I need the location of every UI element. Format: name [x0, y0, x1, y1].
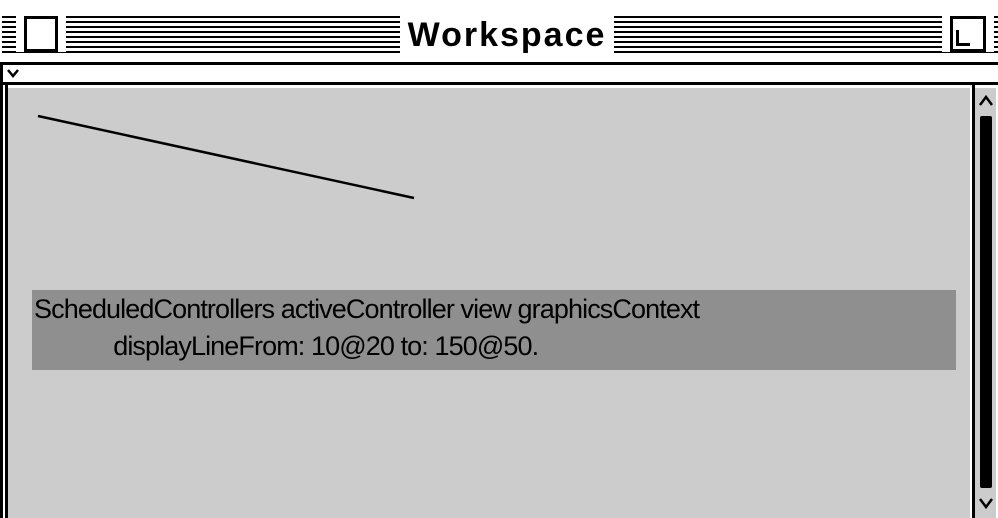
close-box-icon[interactable] — [16, 16, 66, 52]
zoom-box-inner — [956, 30, 970, 46]
window-title: Workspace — [400, 12, 614, 58]
drawn-line — [37, 114, 415, 200]
menu-strip — [0, 65, 998, 82]
title-bar[interactable]: Workspace — [0, 0, 998, 65]
zoom-box-icon[interactable] — [942, 16, 994, 52]
window-frame-left — [0, 62, 3, 518]
workspace-code[interactable]: ScheduledControllers activeController vi… — [34, 291, 954, 365]
chevron-down-icon[interactable] — [6, 67, 20, 79]
arrow-down-icon[interactable] — [976, 492, 996, 514]
code-line-1: ScheduledControllers activeController vi… — [34, 294, 700, 324]
code-line-2: displayLineFrom: 10@20 to: 150@50. — [34, 331, 539, 361]
arrow-up-icon[interactable] — [976, 90, 996, 112]
scrollbar-border — [972, 85, 975, 518]
scrollbar-thumb[interactable] — [980, 116, 992, 488]
title-stripes-right — [614, 16, 998, 54]
menu-strip-divider — [0, 82, 998, 85]
